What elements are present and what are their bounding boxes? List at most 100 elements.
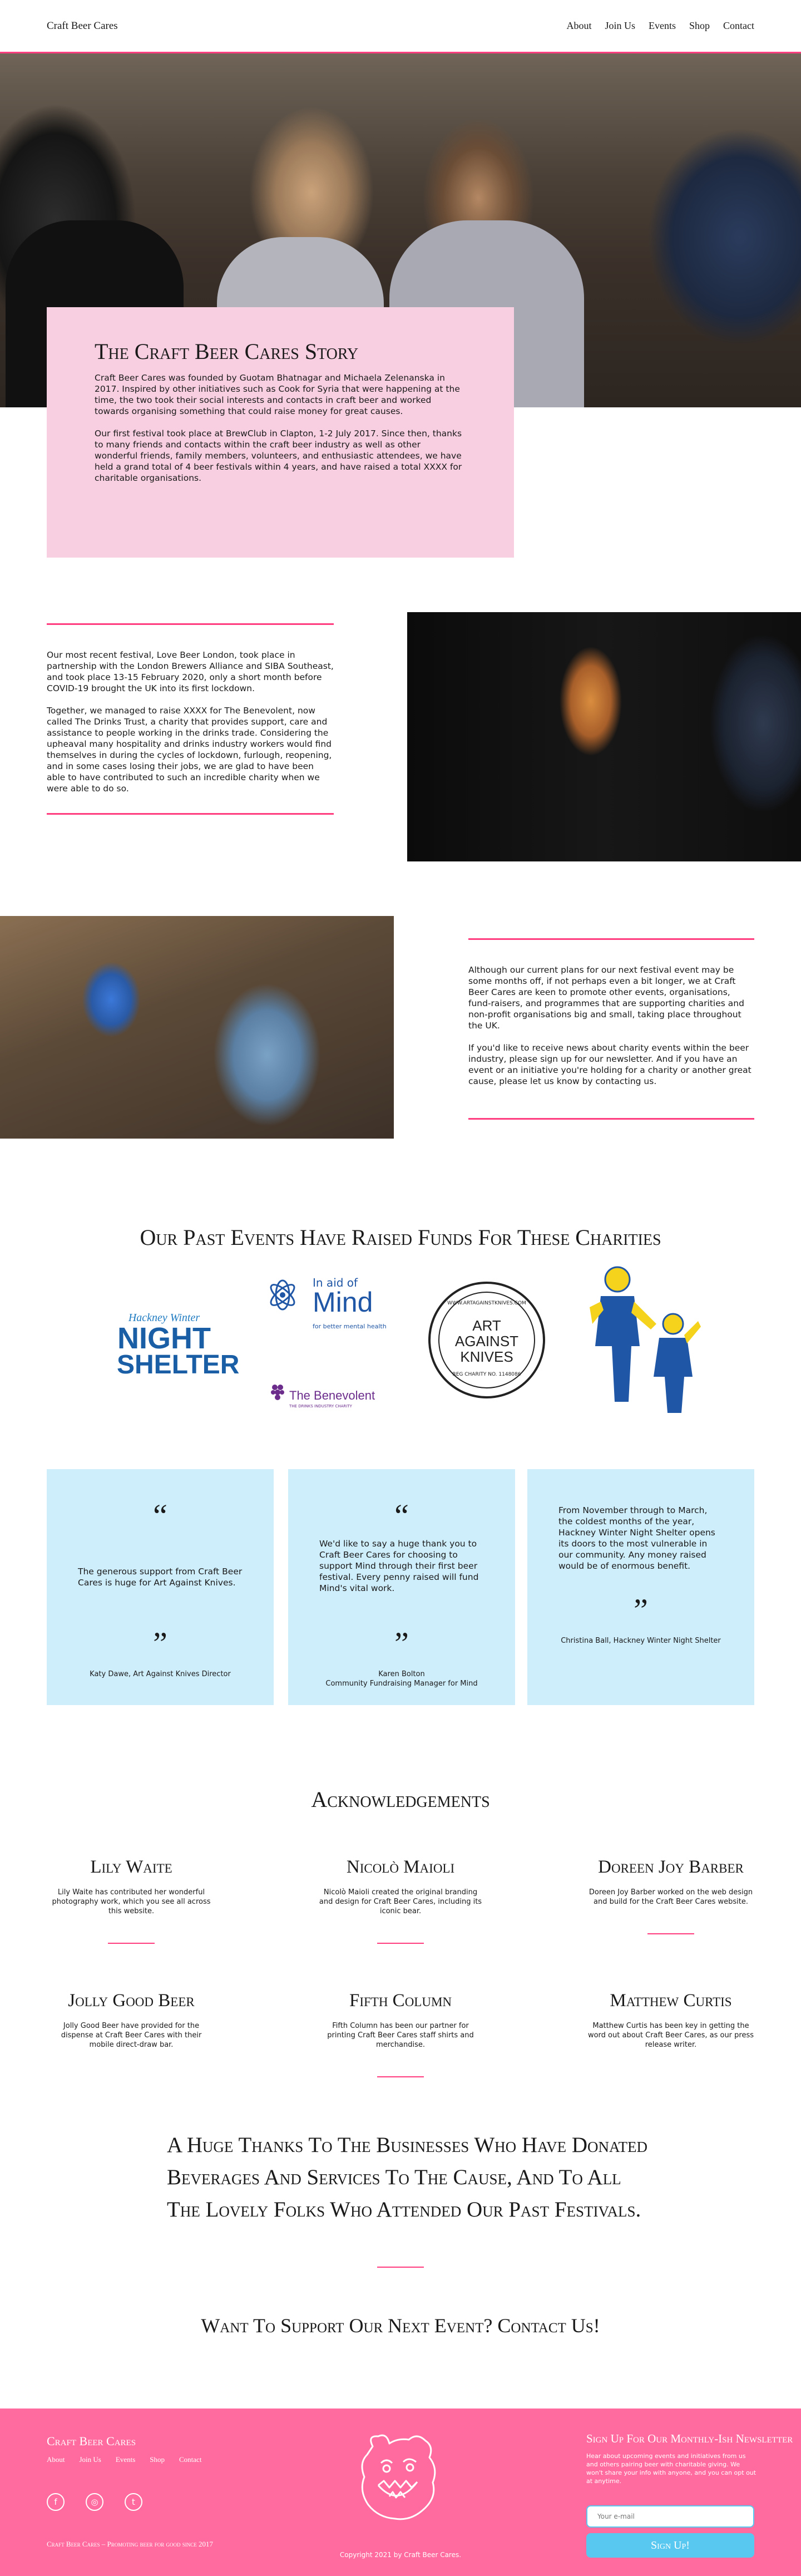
footer-nav-join-us[interactable]: Join Us [80,2455,101,2464]
site-brand[interactable]: Craft Beer Cares [47,20,118,32]
open-quote-icon: “ [153,1498,167,1534]
close-quote-icon: ” [153,1626,167,1662]
site-header: Craft Beer Cares About Join Us Events Sh… [0,0,801,53]
quote-author: Karen Bolton [378,1670,425,1678]
recent-festival-section: Our most recent festival, Love Beer Lond… [0,556,801,861]
social-links: f ◎ t [47,2493,142,2511]
grape-icon [271,1385,284,1400]
quote-author: Katy Dawe, Art Against Knives Director [90,1670,231,1678]
ack-name: Matthew Curtis [610,1991,732,2011]
logo-text: The Benevolent [289,1388,375,1402]
newsletter-email-input[interactable] [586,2505,754,2528]
acknowledgements-grid: Lily Waite Lily Waite has contributed he… [0,1812,801,2102]
nav-about[interactable]: About [566,20,591,32]
ack-text: Nicolò Maioli created the original brand… [319,1888,482,1915]
divider [47,623,334,625]
quote-author-role: Community Fundraising Manager for Mind [325,1679,478,1688]
quote-author: Christina Ball, Hackney Winter Night She… [561,1637,721,1645]
quote-card: “ We'd like to say a huge thank you to C… [288,1469,515,1705]
recent-festival-text: Our most recent festival, Love Beer Lond… [47,623,334,815]
twitter-icon[interactable]: t [125,2493,142,2511]
the-benevolent-logo[interactable]: The Benevolent THE DRINKS INDUSTRY CHARI… [269,1383,392,1416]
footer-nav-events[interactable]: Events [116,2455,135,2464]
quote-card: “ The generous support from Craft Beer C… [47,1469,274,1705]
divider [377,1943,424,1944]
footer-tagline: Craft Beer Cares – Promoting beer for go… [47,2540,214,2548]
logo-text: REG CHARITY NO. 1148086 [452,1372,521,1377]
ack-item: Matthew Curtis Matthew Curtis has been k… [587,1991,754,2050]
ack-item: Fifth Column Fifth Column has been our p… [317,1991,484,2077]
quote-text: We'd like to say a huge thank you to Cra… [319,1539,479,1593]
newsletter-description: Hear about upcoming events and initiativ… [586,2452,756,2485]
ack-text: Jolly Good Beer have provided for the di… [61,2022,202,2049]
quote-text: From November through to March, the cold… [558,1505,715,1571]
thanks-message: A Huge Thanks To The Businesses Who Have… [167,2133,647,2222]
newsletter-title: Sign Up For Our Monthly-Ish Newsletter [586,2432,793,2445]
story-card: The Craft Beer Cares Story Craft Beer Ca… [47,307,514,558]
quote-text: The generous support from Craft Beer Car… [78,1567,243,1588]
mind-logo[interactable]: In aid of Mind for better mental health [266,1274,388,1335]
logo-text: ART [472,1317,501,1334]
divider [47,813,334,815]
next-event-paragraph: If you'd like to receive news about char… [468,1043,751,1086]
children-charity-logo[interactable] [590,1263,701,1418]
festival-paragraph: Together, we managed to raise XXXX for T… [47,706,332,794]
divider [377,2267,424,2268]
charities-title: Our Past Events Have Raised Funds For Th… [140,1225,661,1250]
logo-text: for better mental health [313,1323,387,1330]
nav-contact[interactable]: Contact [723,20,754,32]
ack-item: Lily Waite Lily Waite has contributed he… [48,1857,215,1944]
mind-icon [270,1279,295,1311]
facebook-icon[interactable]: f [47,2493,65,2511]
charities-section: Our Past Events Have Raised Funds For Th… [0,1219,801,1429]
art-against-knives-logo[interactable]: WWW.ARTAGAINSTKNIVES.COM ART AGAINST KNI… [428,1282,545,1398]
ack-name: Nicolò Maioli [346,1857,455,1877]
footer-nav-about[interactable]: About [47,2455,65,2464]
children-figures-icon [590,1266,701,1413]
story-title: The Craft Beer Cares Story [95,339,359,364]
ack-item: Jolly Good Beer Jolly Good Beer have pro… [48,1991,215,2050]
festival-crowd-photo [0,916,394,1139]
story-paragraph: Our first festival took place at BrewClu… [95,428,462,483]
acknowledgements-section: Acknowledgements Lily Waite Lily Waite h… [0,1786,801,2102]
logo-text: AGAINST [454,1333,519,1349]
footer-nav-shop[interactable]: Shop [150,2455,165,2464]
footer-nav-contact[interactable]: Contact [179,2455,201,2464]
site-footer: Craft Beer Cares About Join Us Events Sh… [0,2408,801,2576]
instagram-icon[interactable]: ◎ [86,2493,103,2511]
divider [377,2076,424,2077]
logo-text: WWW.ARTAGAINSTKNIVES.COM [447,1301,526,1306]
newsletter-signup-button[interactable]: Sign Up! [586,2533,754,2558]
ack-item: Nicolò Maioli Nicolò Maioli created the … [317,1857,484,1944]
ack-text: Lily Waite has contributed her wonderful… [52,1888,211,1915]
next-event-text: Although our current plans for our next … [468,938,754,1120]
logo-text: Mind [313,1287,373,1318]
charity-logos: Hackney Winter NIGHT SHELTER In aid of M… [0,1250,801,1429]
main-nav: About Join Us Events Shop Contact [566,20,754,32]
charity-quotes: “ The generous support from Craft Beer C… [0,1469,801,1720]
bear-mascot-icon [361,2434,436,2520]
support-cta[interactable]: Want To Support Our Next Event? Contact … [0,2314,801,2337]
ack-name: Doreen Joy Barber [598,1857,744,1877]
nav-join-us[interactable]: Join Us [605,20,635,32]
next-event-paragraph: Although our current plans for our next … [468,965,744,1031]
ack-name: Fifth Column [349,1991,452,2011]
logo-text: KNIVES [460,1348,513,1365]
ack-name: Jolly Good Beer [68,1991,195,2011]
nav-events[interactable]: Events [649,20,676,32]
ack-text: Fifth Column has been our partner for pr… [327,2022,474,2049]
divider [108,1943,155,1944]
festival-paragraph: Our most recent festival, Love Beer Lond… [47,650,334,693]
hackney-night-shelter-logo[interactable]: Hackney Winter NIGHT SHELTER [117,1312,240,1380]
acknowledgements-title: Acknowledgements [311,1787,490,1812]
next-event-section: Although our current plans for our next … [0,877,801,1189]
ack-text: Doreen Joy Barber worked on the web desi… [589,1888,753,1906]
close-quote-icon: ” [634,1592,648,1628]
beer-glass-photo [407,612,801,861]
nav-shop[interactable]: Shop [689,20,710,32]
ack-item: Doreen Joy Barber Doreen Joy Barber work… [587,1857,754,1934]
divider [468,1118,754,1120]
quote-card: From November through to March, the cold… [527,1469,754,1705]
footer-brand[interactable]: Craft Beer Cares [47,2434,136,2449]
logo-text: SHELTER [117,1350,240,1380]
